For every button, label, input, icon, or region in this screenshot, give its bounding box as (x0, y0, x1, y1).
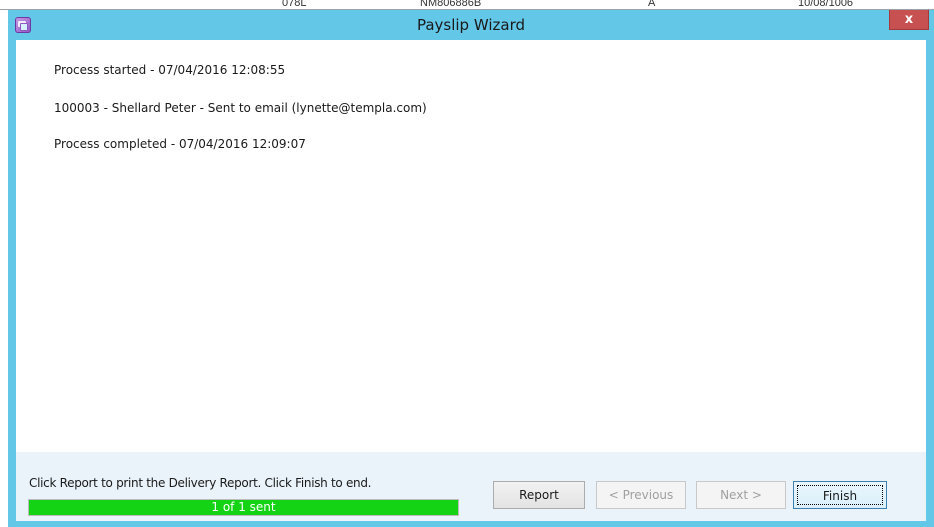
report-button[interactable]: Report (493, 481, 585, 509)
background-cell: 078L (282, 0, 307, 9)
footer-panel: Click Report to print the Delivery Repor… (16, 452, 926, 521)
next-button[interactable]: Next > (696, 481, 786, 509)
close-button[interactable]: x (889, 10, 929, 30)
progress-bar: 1 of 1 sent (28, 499, 459, 516)
background-cell: 10/08/1006 (798, 0, 854, 9)
finish-button[interactable]: Finish (793, 481, 887, 509)
log-line: 100003 - Shellard Peter - Sent to email … (54, 101, 427, 115)
background-cell: A (648, 0, 656, 9)
previous-button[interactable]: < Previous (596, 481, 686, 509)
log-panel: Process started - 07/04/2016 12:08:55 10… (16, 40, 926, 452)
log-line: Process started - 07/04/2016 12:08:55 (54, 63, 286, 77)
title-bar[interactable]: Payslip Wizard x (8, 10, 934, 40)
window-title: Payslip Wizard (416, 16, 526, 34)
finish-button-label: Finish (797, 485, 883, 505)
payslip-wizard-dialog: Payslip Wizard x Process started - 07/04… (8, 10, 934, 527)
instructions-text: Click Report to print the Delivery Repor… (29, 476, 372, 490)
background-cell: NM806886B (420, 0, 482, 9)
log-line: Process completed - 07/04/2016 12:09:07 (54, 137, 306, 151)
background-window: 078L NM806886B A 10/08/1006 (0, 0, 934, 10)
progress-label: 1 of 1 sent (211, 500, 276, 514)
